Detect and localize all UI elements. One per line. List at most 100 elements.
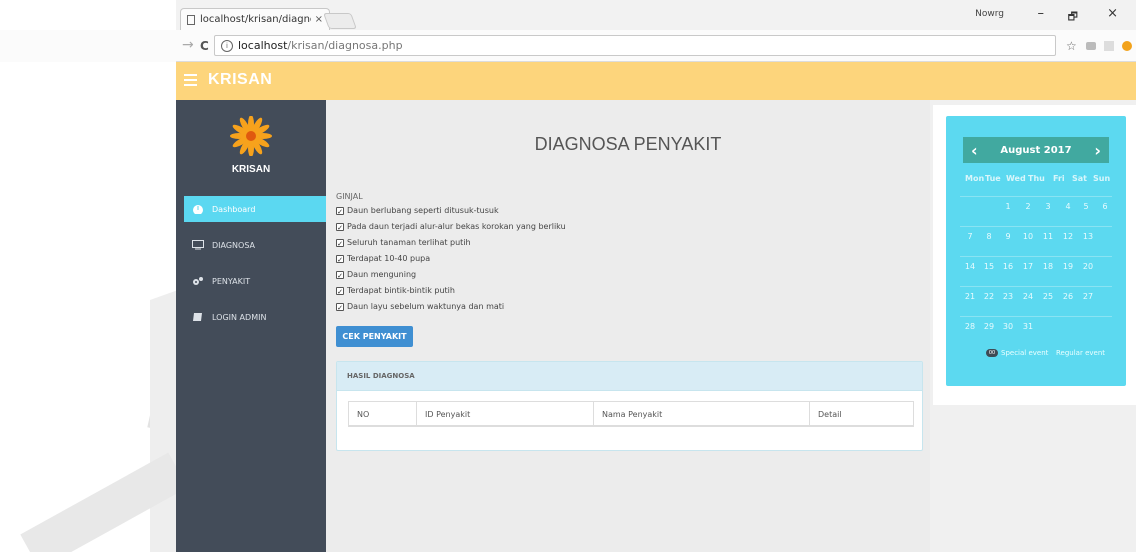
info-icon[interactable]: i (221, 39, 233, 52)
category-label: GINJAL (336, 192, 363, 201)
new-tab-button[interactable] (323, 13, 357, 29)
url-host: localhost (238, 39, 288, 52)
checkbox-checked-icon[interactable]: ✓ (336, 302, 344, 312)
calendar-day[interactable]: 7 (963, 232, 977, 241)
calendar-day[interactable]: 31 (1021, 322, 1035, 331)
calendar-day[interactable]: 16 (1001, 262, 1015, 271)
calendar-day[interactable]: 17 (1021, 262, 1035, 271)
weekday-label: Sun (1093, 174, 1111, 183)
symptom-label: Seluruh tanaman terlihat putih (347, 238, 471, 247)
table-header-detail: Detail (818, 409, 842, 419)
sidebar-item-diagnosa[interactable]: DIAGNOSA (184, 232, 326, 258)
gears-icon (193, 277, 203, 285)
calendar-day[interactable]: 9 (1001, 232, 1015, 241)
calendar-day[interactable]: 23 (1001, 292, 1015, 301)
table-header-id: ID Penyakit (417, 402, 594, 426)
next-month-icon[interactable]: › (1094, 141, 1101, 160)
header-brand[interactable]: KRISAN (208, 71, 272, 89)
calendar-day[interactable]: 15 (982, 262, 996, 271)
checkbox-checked-icon[interactable]: ✓ (336, 270, 344, 280)
calendar-day[interactable]: 8 (982, 232, 996, 241)
symptom-checkbox[interactable]: ✓ Pada daun terjadi alur-alur bekas korok… (336, 222, 566, 232)
symptom-checkbox[interactable]: ✓ Seluruh tanaman terlihat putih (336, 238, 471, 248)
event-badge: 00 (986, 349, 998, 357)
calendar-day[interactable]: 30 (1001, 322, 1015, 331)
flower-logo-icon (230, 116, 272, 156)
sidebar-item-penyakit[interactable]: PENYAKIT (184, 268, 326, 294)
minimize-icon[interactable]: – (1038, 6, 1045, 21)
book-icon (193, 313, 202, 321)
calendar-week: 28 29 30 31 (960, 316, 1112, 337)
calendar-day[interactable]: 25 (1041, 292, 1055, 301)
reload-icon[interactable]: C (200, 39, 209, 53)
calendar-day[interactable]: 10 (1021, 232, 1035, 241)
calendar-day[interactable]: 18 (1041, 262, 1055, 271)
calendar-day[interactable]: 12 (1061, 232, 1075, 241)
legend-special: 00 Special event (986, 349, 1048, 357)
menu-icon[interactable] (184, 74, 197, 86)
close-window-icon[interactable]: × (1107, 6, 1118, 21)
calendar-day[interactable]: 19 (1061, 262, 1075, 271)
symptom-checkbox[interactable]: ✓ Daun berlubang seperti ditusuk-tusuk (336, 206, 499, 216)
checkbox-checked-icon[interactable]: ✓ (336, 238, 344, 248)
address-bar[interactable]: i localhost/krisan/diagnosa.php (214, 35, 1056, 56)
extension-icon-2[interactable] (1104, 41, 1114, 51)
symptom-checkbox[interactable]: ✓ Terdapat bintik-bintik putih (336, 286, 455, 296)
calendar-day[interactable]: 13 (1081, 232, 1095, 241)
calendar-day[interactable]: 26 (1061, 292, 1075, 301)
calendar-day[interactable]: 2 (1021, 202, 1035, 211)
warning-icon[interactable] (1122, 41, 1132, 51)
symptom-checkbox[interactable]: ✓ Terdapat 10-40 pupa (336, 254, 431, 264)
calendar-day[interactable]: 24 (1021, 292, 1035, 301)
sidebar: KRISAN Dashboard DIAGNOSA PENYAKIT LOGIN… (176, 100, 326, 552)
calendar-day[interactable]: 1 (1001, 202, 1015, 211)
weekday-label: Sat (1072, 174, 1087, 183)
calendar-day[interactable]: 6 (1098, 202, 1112, 211)
weekday-label: Thu (1028, 174, 1045, 183)
profile-name[interactable]: Nowrg (975, 9, 1004, 19)
weekday-label: Fri (1053, 174, 1065, 183)
symptom-label: Pada daun terjadi alur-alur bekas koroka… (347, 222, 566, 231)
calendar-day[interactable]: 28 (963, 322, 977, 331)
checkbox-checked-icon[interactable]: ✓ (336, 286, 344, 296)
calendar-day[interactable]: 22 (982, 292, 996, 301)
symptom-checkbox[interactable]: ✓ Daun layu sebelum waktunya dan mati (336, 302, 505, 312)
forward-icon[interactable]: → (182, 37, 194, 53)
browser-toolbar: ← → C i localhost/krisan/diagnosa.php ☆ (4, 30, 1136, 62)
calendar-day[interactable]: 14 (963, 262, 977, 271)
symptom-label: Terdapat 10-40 pupa (347, 254, 431, 263)
calendar-day[interactable]: 11 (1041, 232, 1055, 241)
browser-chrome: localhost/krisan/diagnos × Nowrg – 🗗 × ←… (4, 0, 1136, 62)
calendar-day[interactable]: 3 (1041, 202, 1055, 211)
prev-month-icon[interactable]: ‹ (971, 141, 978, 160)
checkbox-checked-icon[interactable]: ✓ (336, 254, 344, 264)
bookmark-star-icon[interactable]: ☆ (1066, 39, 1077, 53)
sidebar-item-login-admin[interactable]: LOGIN ADMIN (184, 304, 326, 330)
sidebar-item-dashboard[interactable]: Dashboard (184, 196, 326, 222)
page-icon (187, 14, 195, 25)
symptom-label: Daun layu sebelum waktunya dan mati (347, 302, 505, 311)
weekday-label: Tue (985, 174, 1001, 183)
symptom-label: Daun menguning (347, 270, 417, 279)
checkbox-checked-icon[interactable]: ✓ (336, 206, 344, 216)
legend-regular-label: Regular event (1056, 349, 1106, 357)
dashboard-icon (193, 205, 203, 214)
symptom-label: Daun berlubang seperti ditusuk-tusuk (347, 206, 499, 215)
cek-penyakit-button[interactable]: CEK PENYAKIT (336, 326, 413, 347)
tab-strip: localhost/krisan/diagnos × Nowrg – 🗗 × (176, 0, 1136, 30)
calendar-day[interactable]: 5 (1079, 202, 1093, 211)
symptom-checkbox[interactable]: ✓ Daun menguning (336, 270, 417, 280)
browser-tab[interactable]: localhost/krisan/diagnos × (180, 8, 330, 30)
tab-close-icon[interactable]: × (315, 14, 323, 25)
calendar-day[interactable]: 29 (982, 322, 996, 331)
calendar-day[interactable]: 21 (963, 292, 977, 301)
toolbar-left (0, 30, 176, 62)
calendar-day[interactable]: 20 (1081, 262, 1095, 271)
calendar-day[interactable]: 4 (1061, 202, 1075, 211)
restore-icon[interactable]: 🗗 (1068, 8, 1078, 27)
checkbox-checked-icon[interactable]: ✓ (336, 222, 344, 232)
calendar-day[interactable]: 27 (1081, 292, 1095, 301)
symptom-label: Terdapat bintik-bintik putih (347, 286, 455, 295)
extension-icon[interactable] (1086, 42, 1096, 50)
weekday-label: Mon (965, 174, 985, 183)
